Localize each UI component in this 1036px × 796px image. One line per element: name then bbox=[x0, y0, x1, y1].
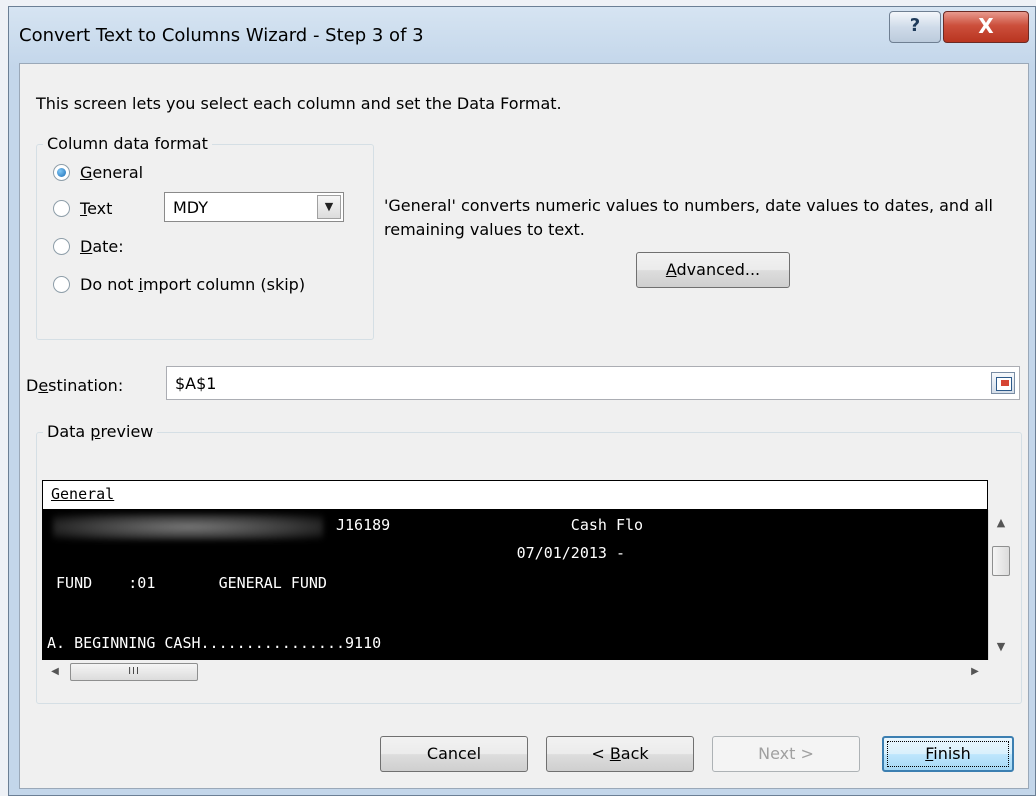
preview-horizontal-scrollbar[interactable]: ◀ III ▶ bbox=[42, 660, 988, 684]
radio-text-label: Text bbox=[80, 199, 113, 218]
preview-row: 07/01/2013 - bbox=[47, 544, 625, 562]
close-button[interactable]: X bbox=[943, 11, 1029, 43]
scroll-up-icon[interactable]: ▲ bbox=[989, 512, 1013, 534]
column-data-format-group: Column data format General Text Date: Do… bbox=[36, 134, 374, 340]
radio-skip[interactable]: Do not import column (skip) bbox=[53, 275, 305, 294]
preview-column-header[interactable]: General bbox=[42, 480, 988, 510]
back-button[interactable]: < Back bbox=[546, 736, 694, 772]
date-format-select[interactable]: MDY ▼ bbox=[164, 192, 344, 222]
scroll-down-icon[interactable]: ▼ bbox=[989, 636, 1013, 658]
help-button[interactable]: ? bbox=[889, 11, 941, 43]
format-description: 'General' converts numeric values to num… bbox=[384, 196, 993, 239]
radio-date[interactable]: Date: bbox=[53, 237, 124, 256]
intro-text: This screen lets you select each column … bbox=[36, 94, 562, 113]
preview-vertical-scrollbar[interactable]: ▲ ▼ bbox=[988, 510, 1012, 660]
radio-general-indicator[interactable] bbox=[53, 164, 70, 181]
radio-date-label: Date: bbox=[80, 237, 124, 256]
radio-general-label: General bbox=[80, 163, 144, 182]
horizontal-scroll-thumb[interactable]: III bbox=[70, 663, 198, 681]
radio-general[interactable]: General bbox=[53, 163, 143, 182]
vertical-scroll-thumb[interactable] bbox=[992, 546, 1010, 576]
advanced-button[interactable]: Advanced... bbox=[636, 252, 790, 288]
next-button[interactable]: Next > bbox=[712, 736, 860, 772]
dialog-body: This screen lets you select each column … bbox=[19, 63, 1029, 789]
destination-value: $A$1 bbox=[175, 374, 217, 393]
radio-skip-label: Do not import column (skip) bbox=[80, 275, 306, 294]
preview-row: J16189 Cash Flo bbox=[47, 516, 644, 534]
radio-text[interactable]: Text bbox=[53, 199, 112, 218]
preview-data-area[interactable]: J16189 Cash Flo 07/01/2013 - FUND :01 GE… bbox=[42, 510, 988, 660]
collapse-dialog-icon[interactable] bbox=[991, 372, 1015, 394]
window-title: Convert Text to Columns Wizard - Step 3 … bbox=[19, 25, 424, 46]
data-preview-label: Data preview bbox=[43, 422, 158, 442]
title-bar[interactable]: Convert Text to Columns Wizard - Step 3 … bbox=[9, 7, 1035, 63]
destination-input[interactable]: $A$1 bbox=[166, 366, 1020, 400]
chevron-down-icon[interactable]: ▼ bbox=[317, 195, 341, 219]
preview-row: A. BEGINNING CASH................9110 bbox=[47, 634, 382, 652]
scroll-right-icon[interactable]: ▶ bbox=[964, 660, 986, 684]
destination-label: Destination: bbox=[26, 376, 124, 395]
column-data-format-label: Column data format bbox=[43, 134, 212, 154]
cancel-button[interactable]: Cancel bbox=[380, 736, 528, 772]
date-format-value: MDY bbox=[173, 198, 209, 217]
radio-text-indicator[interactable] bbox=[53, 200, 70, 217]
radio-date-indicator[interactable] bbox=[53, 238, 70, 255]
column-format-header: General bbox=[51, 485, 115, 503]
scroll-left-icon[interactable]: ◀ bbox=[44, 660, 66, 684]
radio-skip-indicator[interactable] bbox=[53, 276, 70, 293]
wizard-window: Convert Text to Columns Wizard - Step 3 … bbox=[8, 6, 1036, 796]
finish-button[interactable]: Finish bbox=[882, 736, 1014, 772]
preview-row: FUND :01 GENERAL FUND bbox=[47, 574, 327, 592]
